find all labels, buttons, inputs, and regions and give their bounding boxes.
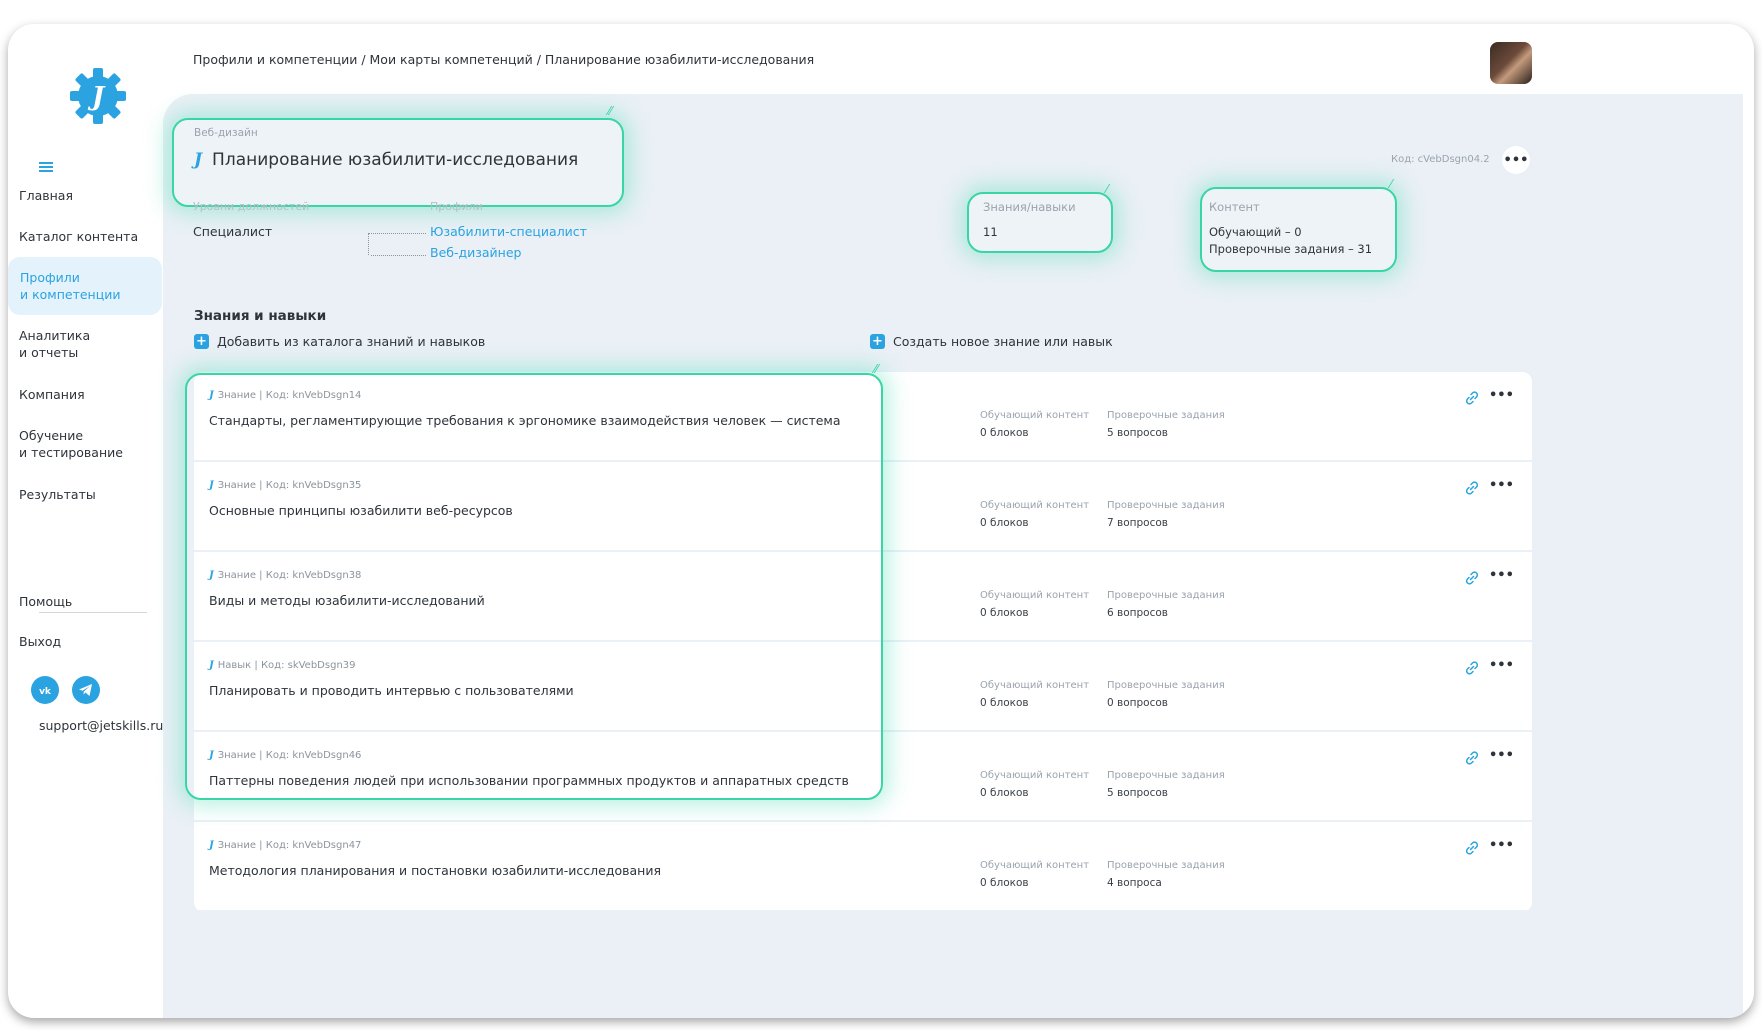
row-more-icon[interactable]: ••• bbox=[1489, 658, 1514, 673]
support-email[interactable]: support@jetskills.ru bbox=[39, 718, 163, 733]
highlight-spark-icon: ⁄⁄ bbox=[874, 362, 879, 376]
tree-connector bbox=[368, 233, 426, 234]
knowledge-label: Знания/навыки bbox=[983, 200, 1076, 214]
link-icon[interactable] bbox=[1464, 570, 1480, 586]
competency-title: Планирование юзабилити-исследования bbox=[212, 150, 579, 170]
highlight-spark-icon: ⁄⁄ bbox=[608, 104, 613, 118]
hamburger-menu-icon[interactable] bbox=[39, 162, 53, 172]
link-icon[interactable] bbox=[1464, 480, 1480, 496]
learning-label: Обучающий контент bbox=[980, 590, 1090, 601]
plus-icon: + bbox=[870, 334, 885, 349]
link-icon[interactable] bbox=[1464, 840, 1480, 856]
level-value: Специалист bbox=[193, 224, 273, 239]
tree-connector-vertical bbox=[368, 233, 369, 255]
learning-label: Обучающий контент bbox=[980, 680, 1090, 691]
nav-item-logout[interactable]: Выход bbox=[19, 633, 149, 650]
add-from-catalog-button[interactable]: + Добавить из каталога знаний и навыков bbox=[194, 334, 485, 349]
section-title: Знания и навыки bbox=[194, 308, 327, 324]
knowledge-highlight bbox=[185, 373, 883, 800]
vk-icon[interactable]: vk bbox=[31, 676, 59, 704]
competency-category: Веб-дизайн bbox=[194, 127, 258, 139]
row-more-icon[interactable]: ••• bbox=[1489, 568, 1514, 583]
nav-item-content-catalog[interactable]: Каталог контента bbox=[19, 228, 149, 245]
nav-item-results[interactable]: Результаты bbox=[19, 486, 149, 503]
list-item[interactable]: J Знание | Код: knVebDsgn47 Методология п… bbox=[194, 822, 1532, 912]
j-logo-icon: J bbox=[194, 150, 203, 170]
content-tests: Проверочные задания – 31 bbox=[1209, 242, 1373, 256]
nav-item-profiles[interactable]: Профили и компетенции bbox=[8, 257, 162, 315]
knowledge-stat-card: Знания/навыки 11 bbox=[967, 192, 1113, 253]
telegram-icon[interactable] bbox=[72, 676, 100, 704]
row-meta: Знание | Код: knVebDsgn47 bbox=[217, 840, 362, 851]
tests-label: Проверочные задания bbox=[1107, 410, 1225, 421]
tests-value: 5 вопросов bbox=[1107, 787, 1168, 799]
learning-label: Обучающий контент bbox=[980, 500, 1090, 511]
jetskills-logo[interactable]: J bbox=[66, 64, 130, 128]
row-more-icon[interactable]: ••• bbox=[1489, 838, 1514, 853]
profile-link-web-designer[interactable]: Веб-дизайнер bbox=[430, 245, 521, 260]
profiles-label: Профили bbox=[430, 200, 483, 213]
row-title[interactable]: Методология планирования и постановки юз… bbox=[209, 863, 661, 878]
learning-value: 0 блоков bbox=[980, 427, 1029, 439]
learning-value: 0 блоков bbox=[980, 607, 1029, 619]
learning-label: Обучающий контент bbox=[980, 770, 1090, 781]
j-logo-icon: J bbox=[209, 840, 214, 851]
link-icon[interactable] bbox=[1464, 660, 1480, 676]
sidebar-divider bbox=[39, 612, 147, 613]
learning-label: Обучающий контент bbox=[980, 860, 1090, 871]
tests-label: Проверочные задания bbox=[1107, 590, 1225, 601]
link-icon[interactable] bbox=[1464, 750, 1480, 766]
row-more-icon[interactable]: ••• bbox=[1489, 388, 1514, 403]
nav-item-home[interactable]: Главная bbox=[19, 187, 149, 204]
learning-label: Обучающий контент bbox=[980, 410, 1090, 421]
add-from-catalog-label: Добавить из каталога знаний и навыков bbox=[217, 334, 486, 349]
learning-value: 0 блоков bbox=[980, 697, 1029, 709]
content-learning: Обучающий – 0 bbox=[1209, 225, 1302, 239]
more-options-icon[interactable]: ••• bbox=[1502, 146, 1530, 174]
highlight-spark-icon: ⁄ bbox=[1390, 177, 1393, 191]
plus-icon: + bbox=[194, 334, 209, 349]
tests-label: Проверочные задания bbox=[1107, 770, 1225, 781]
levels-label: Уровни должностей bbox=[193, 200, 310, 213]
competency-code: Код: cVebDsgn04.2 bbox=[1391, 154, 1490, 165]
tree-connector-2 bbox=[371, 255, 426, 256]
tests-value: 0 вопросов bbox=[1107, 697, 1168, 709]
link-icon[interactable] bbox=[1464, 390, 1480, 406]
app-window: J Главная Каталог контента Профили и ком… bbox=[8, 24, 1754, 1018]
tests-label: Проверочные задания bbox=[1107, 500, 1225, 511]
tests-value: 6 вопросов bbox=[1107, 607, 1168, 619]
learning-value: 0 блоков bbox=[980, 877, 1029, 889]
tests-value: 5 вопросов bbox=[1107, 427, 1168, 439]
highlight-spark-icon: ⁄ bbox=[1106, 182, 1109, 196]
nav-item-analytics[interactable]: Аналитика и отчеты bbox=[19, 327, 149, 361]
row-more-icon[interactable]: ••• bbox=[1489, 748, 1514, 763]
tests-value: 4 вопроса bbox=[1107, 877, 1162, 889]
breadcrumb[interactable]: Профили и компетенции / Мои карты компет… bbox=[193, 52, 814, 67]
nav-item-help[interactable]: Помощь bbox=[19, 593, 149, 610]
tests-label: Проверочные задания bbox=[1107, 680, 1225, 691]
content-label: Контент bbox=[1209, 200, 1260, 214]
create-new-label: Создать новое знание или навык bbox=[893, 334, 1113, 349]
competency-title-card: Веб-дизайн J Планирование юзабилити-иссл… bbox=[172, 118, 624, 207]
profile-link-usability[interactable]: Юзабилити-специалист bbox=[430, 224, 587, 239]
knowledge-value: 11 bbox=[983, 225, 998, 239]
tests-value: 7 вопросов bbox=[1107, 517, 1168, 529]
create-new-button[interactable]: + Создать новое знание или навык bbox=[870, 334, 1113, 349]
nav-item-training[interactable]: Обучение и тестирование bbox=[19, 427, 149, 461]
learning-value: 0 блоков bbox=[980, 787, 1029, 799]
nav-item-company[interactable]: Компания bbox=[19, 386, 149, 403]
learning-value: 0 блоков bbox=[980, 517, 1029, 529]
tests-label: Проверочные задания bbox=[1107, 860, 1225, 871]
svg-text:vk: vk bbox=[39, 687, 52, 695]
content-stat-card: Контент Обучающий – 0 Проверочные задани… bbox=[1200, 187, 1397, 272]
row-more-icon[interactable]: ••• bbox=[1489, 478, 1514, 493]
user-avatar[interactable] bbox=[1490, 42, 1532, 84]
